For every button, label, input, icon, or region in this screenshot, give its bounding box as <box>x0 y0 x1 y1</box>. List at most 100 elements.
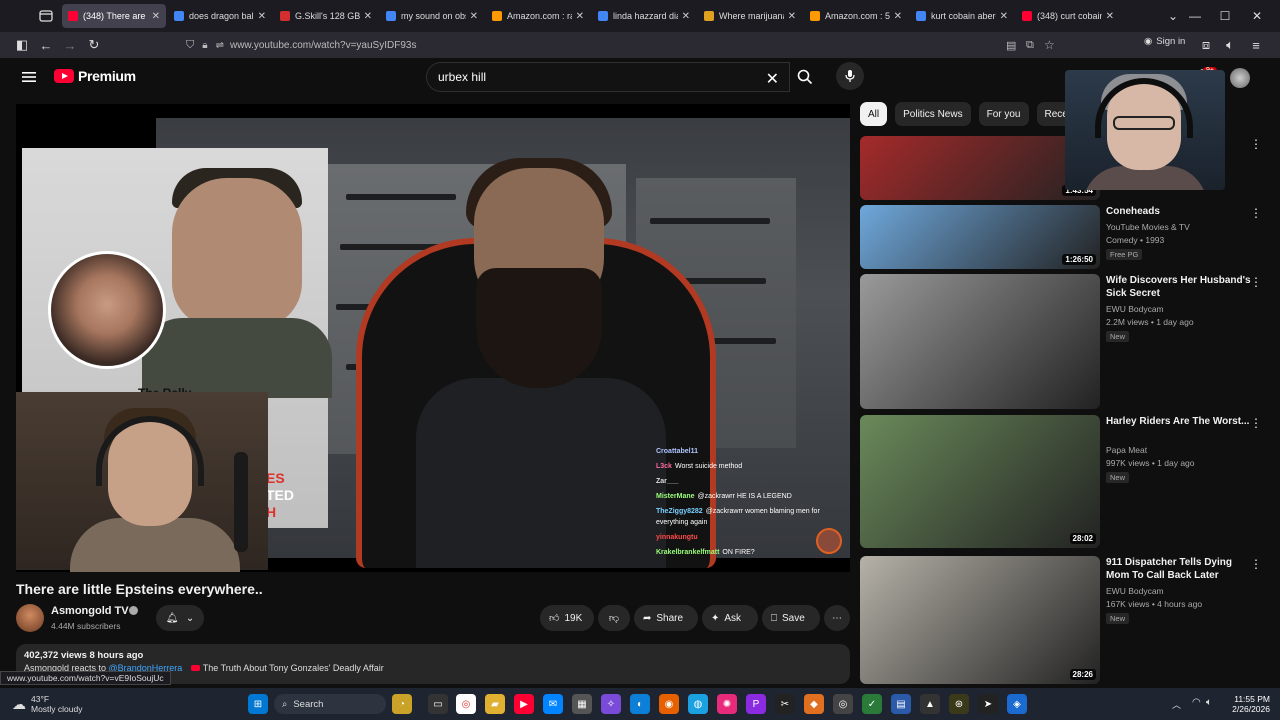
address-bar[interactable]: ⛉ 🔒︎ ⇌ www.youtube.com/watch?v=yauSyIDF9… <box>180 34 1060 56</box>
recommended-video[interactable]: 28:26 911 Dispatcher Tells Dying Mom To C… <box>860 556 1280 684</box>
extensions-icon[interactable]: ⧈ <box>1194 33 1218 57</box>
browser-tab[interactable]: (348) There are ✕ <box>62 4 166 28</box>
firefox-icon[interactable]: ◉ <box>659 694 679 714</box>
youtube-app-icon[interactable]: ▶ <box>514 694 534 714</box>
account-avatar[interactable] <box>1230 68 1250 88</box>
video-player[interactable]: ES TED H The Rally Croattabel11L3ckWorst… <box>16 104 850 572</box>
browser-tab[interactable]: G.Skill's 128 GB g ✕ <box>274 4 378 28</box>
video-thumbnail[interactable]: 28:26 <box>860 556 1100 684</box>
widgets-icon[interactable]: ◔ <box>392 694 412 714</box>
more-actions-button[interactable]: ⋯ <box>824 605 850 631</box>
browser-tab[interactable]: kurt cobain aberd ✕ <box>910 4 1014 28</box>
volume-icon[interactable]: 🔈︎ <box>1206 697 1212 708</box>
voice-search-button[interactable] <box>836 62 864 90</box>
copilot-icon[interactable]: ✧ <box>601 694 621 714</box>
bookmark-star-icon[interactable]: ☆ <box>1044 38 1055 52</box>
sidebar-toggle-icon[interactable]: ◧ <box>10 33 34 57</box>
recommended-channel[interactable]: EWU Bodycam <box>1106 585 1256 598</box>
minimize-button[interactable]: — <box>1180 0 1210 32</box>
app-icon-olive[interactable]: ⊛ <box>949 694 969 714</box>
app-icon-blue-3[interactable]: ◈ <box>1007 694 1027 714</box>
channel-avatar[interactable] <box>16 604 44 632</box>
close-tab-icon[interactable]: ✕ <box>576 11 584 22</box>
clear-search-icon[interactable]: ✕ <box>766 69 779 89</box>
lock-icon[interactable]: 🔒︎ <box>202 40 207 51</box>
youtube-premium-logo[interactable]: Premium <box>54 68 136 84</box>
ask-button[interactable]: ✦ Ask <box>702 605 758 631</box>
channel-name[interactable]: Asmongold TV <box>51 605 129 617</box>
share-button[interactable]: ➦ Share <box>634 605 698 631</box>
system-clock[interactable]: 11:55 PM 2/26/2026 <box>1226 694 1270 714</box>
video-thumbnail[interactable] <box>860 274 1100 409</box>
calculator-icon[interactable]: ▦ <box>572 694 592 714</box>
recommended-channel[interactable]: EWU Bodycam <box>1106 303 1256 316</box>
chrome-icon[interactable]: ◎ <box>456 694 476 714</box>
close-window-button[interactable]: ✕ <box>1242 0 1272 32</box>
browser-tab[interactable]: linda hazzard diali ✕ <box>592 4 696 28</box>
tab-list-icon[interactable] <box>30 0 62 32</box>
browser-tab[interactable]: Amazon.com : 50 ✕ <box>804 4 908 28</box>
app-icon-green[interactable]: ✓ <box>862 694 882 714</box>
obs-icon[interactable]: ◎ <box>833 694 853 714</box>
close-tab-icon[interactable]: ✕ <box>894 11 902 22</box>
app-icon-blue[interactable]: ◍ <box>688 694 708 714</box>
hamburger-menu-icon[interactable] <box>20 68 38 86</box>
video-thumbnail[interactable]: 1:43:54 <box>860 136 1100 200</box>
more-vertical-icon[interactable]: ⋮ <box>1250 417 1262 429</box>
back-button[interactable]: ← <box>34 33 58 57</box>
filter-chip[interactable]: Politics News <box>895 102 971 126</box>
filter-chip[interactable]: For you <box>978 102 1029 126</box>
close-tab-icon[interactable]: ✕ <box>258 11 266 22</box>
app-icon-cursor[interactable]: ➤ <box>978 694 998 714</box>
close-tab-icon[interactable]: ✕ <box>682 11 690 22</box>
taskbar-search[interactable]: ⌕ Search <box>274 694 386 714</box>
save-button[interactable]: ⎕ Save <box>762 605 820 631</box>
forward-button[interactable]: → <box>58 33 82 57</box>
file-explorer-icon[interactable]: ▰ <box>485 694 505 714</box>
filter-chip[interactable]: All <box>860 102 888 126</box>
screenshot-icon[interactable]: ⧉ <box>1026 39 1034 52</box>
app-icon-pink[interactable]: ✺ <box>717 694 737 714</box>
reload-button[interactable]: ↻ <box>82 33 106 57</box>
premiere-icon[interactable]: P <box>746 694 766 714</box>
browser-tab[interactable]: Where marijuana i ✕ <box>698 4 802 28</box>
close-tab-icon[interactable]: ✕ <box>1000 11 1008 22</box>
edge-icon[interactable]: ◐ <box>630 694 650 714</box>
recommended-title[interactable]: Wife Discovers Her Husband's Sick Secret <box>1106 274 1256 300</box>
app-icon-blue-2[interactable]: ▤ <box>891 694 911 714</box>
windows-start-icon[interactable]: ⊞ <box>248 694 268 714</box>
video-thumbnail[interactable]: 1:26:50 <box>860 205 1100 269</box>
url-text[interactable]: www.youtube.com/watch?v=yauSyIDF93s <box>230 40 416 51</box>
reader-mode-icon[interactable]: ▤ <box>1006 39 1016 52</box>
close-tab-icon[interactable]: ✕ <box>152 11 160 22</box>
recommended-title[interactable]: 911 Dispatcher Tells Dying Mom To Call B… <box>1106 556 1256 582</box>
app-icon-dark[interactable]: ▲ <box>920 694 940 714</box>
video-link[interactable]: The Truth About Tony Gonzales' Deadly Af… <box>203 663 384 673</box>
wifi-icon[interactable]: ◠ <box>1192 697 1201 708</box>
close-tab-icon[interactable]: ✕ <box>1106 11 1114 22</box>
browser-tab[interactable]: (348) curt cobain ✕ <box>1016 4 1120 28</box>
subscribed-bell-button[interactable]: 🔔︎ ⌄ <box>156 605 204 631</box>
menu-icon[interactable]: ≡ <box>1244 33 1268 57</box>
permissions-icon[interactable]: ⇌ <box>216 40 224 51</box>
more-vertical-icon[interactable]: ⋮ <box>1250 207 1262 219</box>
more-vertical-icon[interactable]: ⋮ <box>1250 276 1262 288</box>
sign-in-button[interactable]: ◉ Sign in <box>1144 36 1185 47</box>
close-tab-icon[interactable]: ✕ <box>788 11 796 22</box>
close-tab-icon[interactable]: ✕ <box>470 11 478 22</box>
video-thumbnail[interactable]: 28:02 <box>860 415 1100 548</box>
shield-icon[interactable]: ⛉ <box>186 39 194 52</box>
browser-tab[interactable]: does dragon ball ✕ <box>168 4 272 28</box>
recommended-channel[interactable]: Papa Meat <box>1106 444 1256 457</box>
recommended-title[interactable]: Harley Riders Are The Worst... <box>1106 415 1256 428</box>
search-button[interactable] <box>790 62 820 92</box>
recommended-video[interactable]: 1:26:50 Coneheads YouTube Movies & TV Comed… <box>860 205 1280 269</box>
more-vertical-icon[interactable]: ⋮ <box>1250 138 1262 150</box>
recommended-channel[interactable]: YouTube Movies & TV <box>1106 221 1256 234</box>
recommended-video[interactable]: Wife Discovers Her Husband's Sick Secret… <box>860 274 1280 409</box>
more-vertical-icon[interactable]: ⋮ <box>1250 558 1262 570</box>
weather-widget[interactable]: ☁ 43°F Mostly cloudy <box>12 694 83 714</box>
capcut-icon[interactable]: ✂ <box>775 694 795 714</box>
recommended-title[interactable]: Coneheads <box>1106 205 1256 218</box>
tray-chevron-icon[interactable]: ︿ <box>1172 698 1181 711</box>
